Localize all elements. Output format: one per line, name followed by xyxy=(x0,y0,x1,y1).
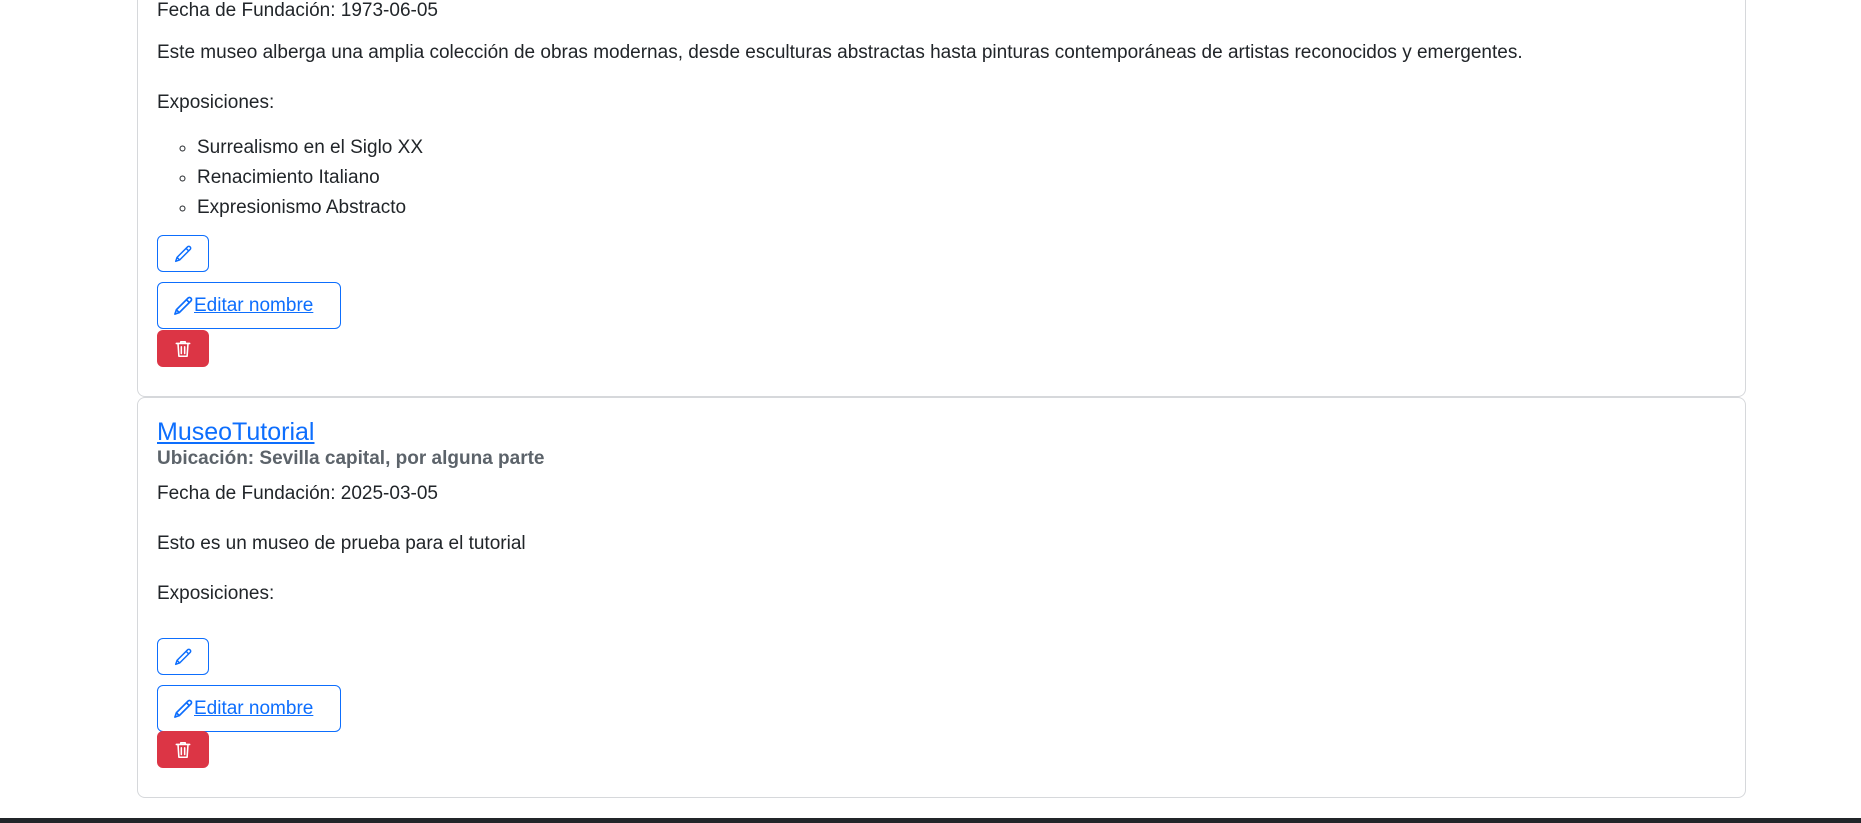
page: Fecha de Fundación: 1973-06-05 Este muse… xyxy=(0,0,1861,823)
edit-name-button[interactable]: Editar nombre xyxy=(157,685,341,732)
trash-icon xyxy=(174,740,192,760)
edit-name-label: Editar nombre xyxy=(194,697,314,719)
pencil-icon xyxy=(173,699,193,719)
edit-name-label: Editar nombre xyxy=(194,294,314,316)
list-item: Renacimiento Italiano xyxy=(197,163,423,193)
exhibitions-label: Exposiciones: xyxy=(157,583,275,604)
footer-bar xyxy=(0,818,1861,823)
museum-name-link[interactable]: MuseoTutorial xyxy=(157,417,314,447)
list-item: Expresionismo Abstracto xyxy=(197,193,423,223)
trash-icon xyxy=(174,339,192,359)
museum-card: MuseoTutorial Ubicación: Sevilla capital… xyxy=(137,397,1746,798)
delete-button[interactable] xyxy=(157,731,209,768)
museum-description: Este museo alberga una amplia colección … xyxy=(157,42,1523,63)
museum-card: Fecha de Fundación: 1973-06-05 Este muse… xyxy=(137,0,1746,397)
list-item: Surrealismo en el Siglo XX xyxy=(197,133,423,163)
founded-date: Fecha de Fundación: 1973-06-05 xyxy=(157,0,438,21)
founded-date: Fecha de Fundación: 2025-03-05 xyxy=(157,483,438,504)
edit-button[interactable] xyxy=(157,235,209,272)
museum-description: Esto es un museo de prueba para el tutor… xyxy=(157,533,526,554)
pencil-icon xyxy=(174,648,192,666)
delete-button[interactable] xyxy=(157,330,209,367)
exhibitions-list: Surrealismo en el Siglo XX Renacimiento … xyxy=(157,133,423,223)
museum-location: Ubicación: Sevilla capital, por alguna p… xyxy=(157,448,545,469)
pencil-icon xyxy=(173,296,193,316)
pencil-icon xyxy=(174,245,192,263)
exhibitions-label: Exposiciones: xyxy=(157,92,275,113)
edit-name-button[interactable]: Editar nombre xyxy=(157,282,341,329)
edit-button[interactable] xyxy=(157,638,209,675)
